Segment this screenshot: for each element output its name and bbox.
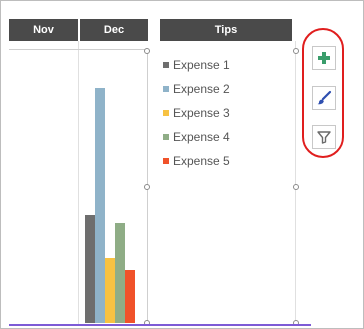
legend-label: Expense 5	[173, 154, 230, 168]
legend-item[interactable]: Expense 5	[163, 149, 230, 173]
legend-swatch	[163, 158, 169, 164]
add-chart-element-button[interactable]	[312, 46, 336, 70]
legend-item[interactable]: Expense 4	[163, 125, 230, 149]
resize-handle-right-outer[interactable]	[293, 184, 299, 190]
chart-bar-expense-5[interactable]	[125, 270, 135, 323]
resize-handle-right[interactable]	[144, 184, 150, 190]
legend-label: Expense 1	[173, 58, 230, 72]
column-header-tips-label: Tips	[214, 24, 238, 36]
column-header-nov-label: Nov	[33, 24, 54, 36]
column-header-tips[interactable]: Tips	[160, 19, 292, 41]
legend-item[interactable]: Expense 1	[163, 53, 230, 77]
legend-label: Expense 4	[173, 130, 230, 144]
legend-item[interactable]: Expense 2	[163, 77, 230, 101]
column-header-dec[interactable]: Dec	[80, 19, 148, 41]
plus-icon	[318, 52, 330, 64]
legend-label: Expense 2	[173, 82, 230, 96]
resize-handle-top-right[interactable]	[144, 48, 150, 54]
legend-swatch	[163, 86, 169, 92]
gridline	[295, 41, 296, 324]
chart-plot-area[interactable]	[9, 51, 147, 323]
legend-label: Expense 3	[173, 106, 230, 120]
chart-bar-expense-1[interactable]	[85, 215, 95, 323]
resize-handle-top-right-outer[interactable]	[293, 48, 299, 54]
column-header-dec-label: Dec	[103, 24, 125, 36]
column-header-nov[interactable]: Nov	[9, 19, 78, 41]
chart-legend[interactable]: Expense 1 Expense 2 Expense 3 Expense 4 Expe…	[163, 53, 230, 173]
filter-icon	[317, 131, 331, 144]
chart-bar-expense-3[interactable]	[105, 258, 115, 323]
chart-styles-button[interactable]	[312, 86, 336, 110]
selection-underline	[9, 324, 311, 326]
chart-bar-expense-2[interactable]	[95, 88, 105, 323]
spreadsheet-window: Nov Dec Tips Expense 1 Expense 2 Expense 3…	[0, 0, 364, 329]
legend-item[interactable]: Expense 3	[163, 101, 230, 125]
legend-swatch	[163, 134, 169, 140]
chart-bar-expense-4[interactable]	[115, 223, 125, 323]
chart-filters-button[interactable]	[312, 125, 336, 149]
legend-swatch	[163, 110, 169, 116]
brush-icon	[317, 90, 332, 105]
legend-swatch	[163, 62, 169, 68]
